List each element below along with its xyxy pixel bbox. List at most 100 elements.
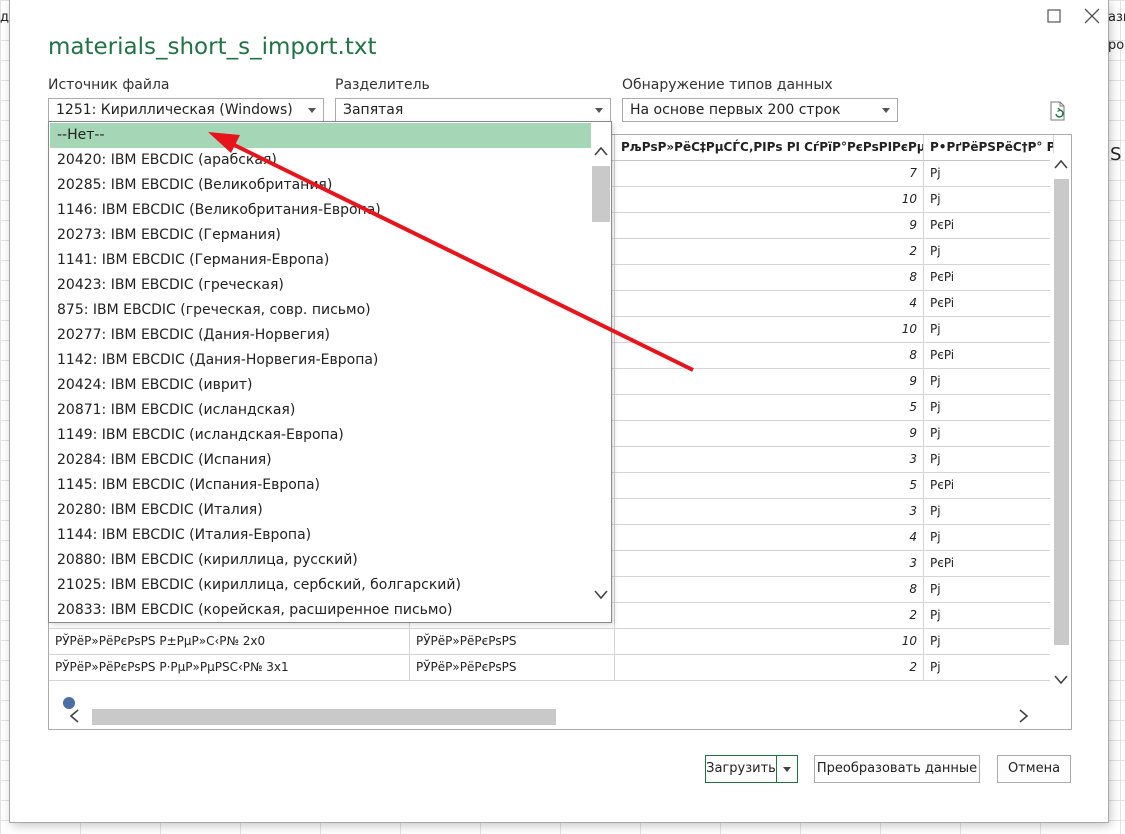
table-cell: 8 (615, 265, 924, 291)
dropdown-item[interactable]: 1142: IBM EBCDIC (Дания-Норвегия-Европа) (50, 348, 591, 373)
table-cell: 9 (615, 213, 924, 239)
table-cell: 2 (615, 239, 924, 265)
load-options-button[interactable] (776, 755, 798, 783)
sheet-fragment-right-2: ро (1108, 38, 1125, 53)
table-cell: 9 (615, 369, 924, 395)
chevron-up-icon[interactable] (1053, 157, 1069, 171)
dropdown-scroll-thumb[interactable] (592, 166, 610, 222)
table-cell: 10 (615, 629, 924, 655)
table-cell: РЎРёР»РёРєРѕРЅ Р·РµР»РµРЅС‹Р№ 3х1 (49, 655, 410, 681)
dropdown-item[interactable]: 20284: IBM EBCDIC (Испания) (50, 448, 591, 473)
chevron-down-icon[interactable] (1053, 673, 1069, 687)
table-cell: 3 (615, 551, 924, 577)
table-cell: Pj (924, 655, 1054, 681)
table-cell: Pj (924, 187, 1054, 213)
table-cell: 2 (615, 655, 924, 681)
table-cell: 9 (615, 421, 924, 447)
table-cell: 7 (615, 161, 924, 187)
delimiter-value: Запятая (343, 102, 404, 118)
table-cell: 5 (615, 473, 924, 499)
dropdown-item[interactable]: 1149: IBM EBCDIC (исландская-Европа) (50, 423, 591, 448)
table-cell: 10 (615, 187, 924, 213)
dropdown-item[interactable]: 20277: IBM EBCDIC (Дания-Норвегия) (50, 323, 591, 348)
dropdown-item[interactable]: 1146: IBM EBCDIC (Великобритания-Европа) (50, 198, 591, 223)
horizontal-scroll-thumb[interactable] (92, 709, 556, 725)
table-cell: Pj (924, 447, 1054, 473)
column-header[interactable]: Р•РґРёРЅРёС†Р° РёР (924, 135, 1054, 161)
table-cell: Pj (924, 629, 1054, 655)
table-cell: PєPi (924, 291, 1054, 317)
load-button[interactable]: Загрузить (705, 755, 777, 783)
chevron-down-icon (783, 767, 791, 772)
chevron-left-icon[interactable] (67, 709, 83, 723)
file-origin-select[interactable]: 1251: Кириллическая (Windows) (48, 98, 324, 122)
chevron-down-icon (308, 108, 316, 113)
table-cell: PєPi (924, 343, 1054, 369)
table-cell: PєPi (924, 551, 1054, 577)
table-cell: Pj (924, 369, 1054, 395)
file-origin-dropdown-list: --Нет-- 20420: IBM EBCDIC (арабская) 20285… (48, 121, 612, 623)
table-cell: PєPi (924, 213, 1054, 239)
vertical-scrollbar[interactable] (1050, 153, 1071, 693)
table-cell: 3 (615, 447, 924, 473)
dropdown-item-selected[interactable]: --Нет-- (50, 123, 591, 148)
dropdown-item[interactable]: 875: IBM EBCDIC (греческая, совр. письмо… (50, 298, 591, 323)
table-row: РЎРёР»РёРєРѕРЅ Р·РµР»РµРЅС‹Р№ 3х1 РЎРёР»Р… (49, 655, 1054, 681)
dropdown-scrollbar[interactable] (591, 122, 611, 622)
dropdown-item[interactable]: 20833: IBM EBCDIC (корейская, расширенно… (50, 598, 591, 622)
chevron-up-icon[interactable] (593, 144, 609, 158)
delimiter-label: Разделитель (335, 77, 430, 93)
dropdown-item[interactable]: 20285: IBM EBCDIC (Великобритания) (50, 173, 591, 198)
table-cell: Pj (924, 499, 1054, 525)
table-cell: Pj (924, 603, 1054, 629)
table-cell: РЎРёР»РёРєРѕРЅ Р±РµР»С‹Р№ 2х0 (49, 629, 410, 655)
type-detection-value: На основе первых 200 строк (630, 102, 841, 118)
dropdown-item[interactable]: 20273: IBM EBCDIC (Германия) (50, 223, 591, 248)
dropdown-item[interactable]: 20420: IBM EBCDIC (арабская) (50, 148, 591, 173)
table-row: РЎРёР»РёРєРѕРЅ Р±РµР»С‹Р№ 2х0 РЎРёР»РёРєР… (49, 629, 1054, 655)
table-cell: 5 (615, 395, 924, 421)
dropdown-item[interactable]: 20423: IBM EBCDIC (греческая) (50, 273, 591, 298)
table-cell: 8 (615, 343, 924, 369)
table-cell: 2 (615, 603, 924, 629)
dropdown-item[interactable]: 20280: IBM EBCDIC (Италия) (50, 498, 591, 523)
chevron-down-icon (882, 108, 890, 113)
dropdown-item[interactable]: 20424: IBM EBCDIC (иврит) (50, 373, 591, 398)
table-cell: Pj (924, 161, 1054, 187)
table-cell: 3 (615, 499, 924, 525)
table-cell: Pj (924, 239, 1054, 265)
column-header[interactable]: РљРѕР»РёС‡РµСЃС‚РІРѕ РІ СѓРїР°РєРѕРІРєРµ (615, 135, 924, 161)
chevron-down-icon[interactable] (593, 588, 609, 602)
maximize-icon (1047, 9, 1061, 23)
table-cell: РЎРёР»РёРєРѕРЅ (410, 655, 615, 681)
dropdown-item[interactable]: 20880: IBM EBCDIC (кириллица, русский) (50, 548, 591, 573)
chevron-right-icon[interactable] (1015, 709, 1031, 723)
table-cell: Pj (924, 421, 1054, 447)
chevron-down-icon (595, 108, 603, 113)
table-cell: PєPi (924, 265, 1054, 291)
type-detection-select[interactable]: На основе первых 200 строк (622, 98, 898, 122)
cancel-button[interactable]: Отмена (997, 755, 1071, 783)
dropdown-item[interactable]: 1145: IBM EBCDIC (Испания-Европа) (50, 473, 591, 498)
horizontal-scrollbar[interactable] (65, 707, 1050, 725)
table-cell: Pj (924, 577, 1054, 603)
table-cell: Pj (924, 317, 1054, 343)
close-button[interactable] (1080, 6, 1104, 26)
maximize-button[interactable] (1042, 6, 1066, 26)
transform-data-button[interactable]: Преобразовать данные (814, 755, 980, 783)
table-cell: Pj (924, 395, 1054, 421)
table-cell: PєPi (924, 473, 1054, 499)
refresh-button[interactable] (1047, 100, 1069, 122)
dropdown-item[interactable]: 20871: IBM EBCDIC (исландская) (50, 398, 591, 423)
table-cell: Pj (924, 525, 1054, 551)
close-icon (1084, 8, 1100, 24)
sheet-fragment-right-3: S (1110, 144, 1122, 165)
delimiter-select[interactable]: Запятая (335, 98, 611, 122)
table-cell: 4 (615, 525, 924, 551)
dropdown-item[interactable]: 21025: IBM EBCDIC (кириллица, сербский, … (50, 573, 591, 598)
table-cell: 8 (615, 577, 924, 603)
dropdown-item[interactable]: 1144: IBM EBCDIC (Италия-Европа) (50, 523, 591, 548)
dropdown-item[interactable]: 1141: IBM EBCDIC (Германия-Европа) (50, 248, 591, 273)
dialog-title: materials_short_s_import.txt (48, 34, 377, 60)
vertical-scroll-thumb[interactable] (1054, 179, 1069, 645)
